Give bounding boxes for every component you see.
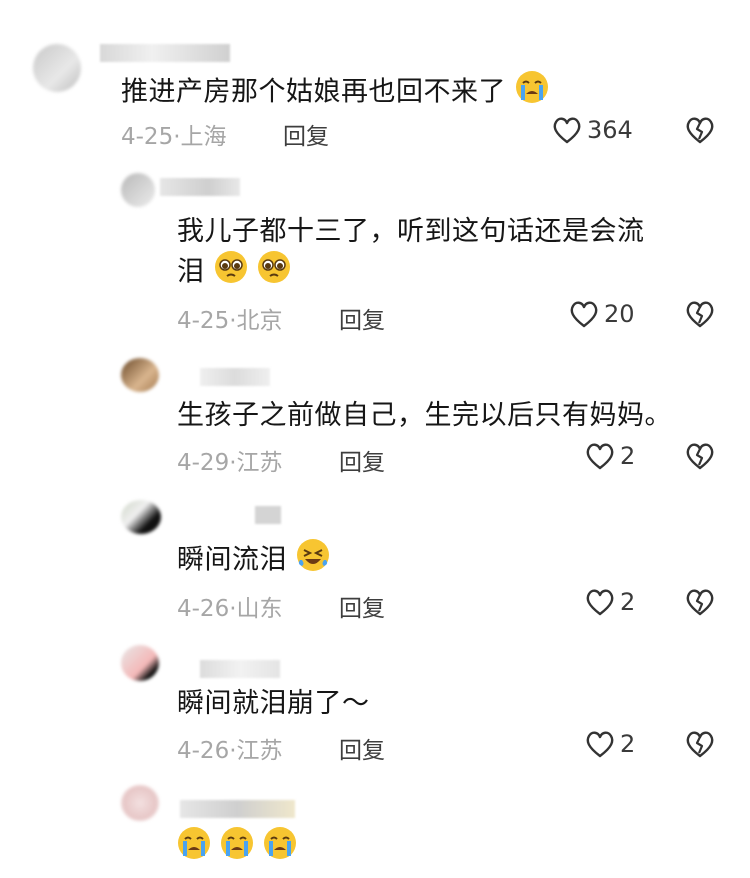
- like-button[interactable]: 2: [584, 728, 635, 760]
- comment-text: 生孩子之前做自己，生完以后只有妈妈。: [177, 400, 672, 431]
- comment-date: 4-26: [177, 738, 230, 764]
- avatar[interactable]: [121, 173, 155, 207]
- avatar[interactable]: [121, 645, 159, 681]
- heart-outline-icon: [553, 117, 581, 144]
- comment-text: [177, 826, 297, 872]
- loudly-crying-face-icon: [220, 826, 254, 872]
- meta-separator: ·: [229, 450, 237, 476]
- username-blurred[interactable]: [200, 368, 270, 386]
- meta-separator: ·: [229, 308, 237, 334]
- username-blurred[interactable]: [180, 800, 295, 818]
- rolling-on-floor-laughing-icon: [296, 538, 330, 584]
- broken-heart-outline-icon: [686, 443, 714, 470]
- comment-text-line-1: 我儿子都十三了，听到这句话还是会流: [177, 216, 645, 247]
- like-button[interactable]: 2: [584, 586, 635, 618]
- reply-button[interactable]: 回复: [339, 731, 385, 765]
- heart-outline-icon: [586, 443, 614, 470]
- like-button[interactable]: 20: [568, 298, 635, 330]
- meta-separator: ·: [229, 596, 237, 622]
- avatar[interactable]: [33, 44, 81, 92]
- username-blurred[interactable]: [200, 660, 280, 678]
- like-count: 2: [620, 730, 636, 758]
- like-count: 364: [587, 116, 633, 144]
- heart-outline-icon: [570, 301, 598, 328]
- comment-meta: 4-26·江苏: [177, 731, 283, 765]
- like-count: 2: [620, 442, 636, 470]
- dislike-button[interactable]: [684, 298, 716, 334]
- dislike-button[interactable]: [684, 728, 716, 764]
- broken-heart-outline-icon: [686, 589, 714, 616]
- heart-outline-icon: [586, 731, 614, 758]
- meta-separator: ·: [173, 124, 181, 150]
- pleading-face-icon: [257, 250, 291, 296]
- comment-meta: 4-29·江苏: [177, 443, 283, 477]
- loudly-crying-face-icon: [263, 826, 297, 872]
- comment-meta: 4-25·北京: [177, 301, 283, 335]
- broken-heart-outline-icon: [686, 301, 714, 328]
- avatar[interactable]: [121, 500, 161, 534]
- reply-button[interactable]: 回复: [339, 443, 385, 477]
- loudly-crying-face-icon: [515, 70, 549, 116]
- comment-date: 4-26: [177, 596, 230, 622]
- comment-meta: 4-25·上海: [121, 117, 227, 151]
- comment-location: 江苏: [236, 450, 283, 476]
- comment-date: 4-25: [121, 124, 174, 150]
- pleading-face-icon: [214, 250, 248, 296]
- avatar[interactable]: [121, 358, 159, 392]
- comment-location: 江苏: [236, 738, 283, 764]
- like-button[interactable]: 364: [551, 114, 633, 146]
- comment-meta: 4-26·山东: [177, 589, 283, 623]
- avatar[interactable]: [121, 785, 159, 821]
- dislike-button[interactable]: [684, 114, 716, 150]
- username-blurred[interactable]: [255, 506, 281, 524]
- like-count: 20: [604, 300, 635, 328]
- like-count: 2: [620, 588, 636, 616]
- heart-outline-icon: [586, 589, 614, 616]
- broken-heart-outline-icon: [686, 117, 714, 144]
- comment-location: 上海: [180, 124, 227, 150]
- comment-date: 4-29: [177, 450, 230, 476]
- loudly-crying-face-icon: [177, 826, 211, 872]
- reply-button[interactable]: 回复: [339, 589, 385, 623]
- comment-text: 瞬间就泪崩了～: [177, 688, 370, 719]
- comment-location: 北京: [236, 308, 283, 334]
- reply-button[interactable]: 回复: [283, 117, 329, 151]
- comment-text-line-2: 泪: [177, 250, 291, 296]
- like-button[interactable]: 2: [584, 440, 635, 472]
- dislike-button[interactable]: [684, 586, 716, 622]
- reply-button[interactable]: 回复: [339, 301, 385, 335]
- comment-text: 推进产房那个姑娘再也回不来了: [121, 70, 549, 116]
- meta-separator: ·: [229, 738, 237, 764]
- dislike-button[interactable]: [684, 440, 716, 476]
- username-blurred[interactable]: [100, 44, 230, 62]
- broken-heart-outline-icon: [686, 731, 714, 758]
- comment-text: 瞬间流泪: [177, 538, 330, 584]
- comment-location: 山东: [236, 596, 283, 622]
- username-blurred[interactable]: [160, 178, 240, 196]
- comment-date: 4-25: [177, 308, 230, 334]
